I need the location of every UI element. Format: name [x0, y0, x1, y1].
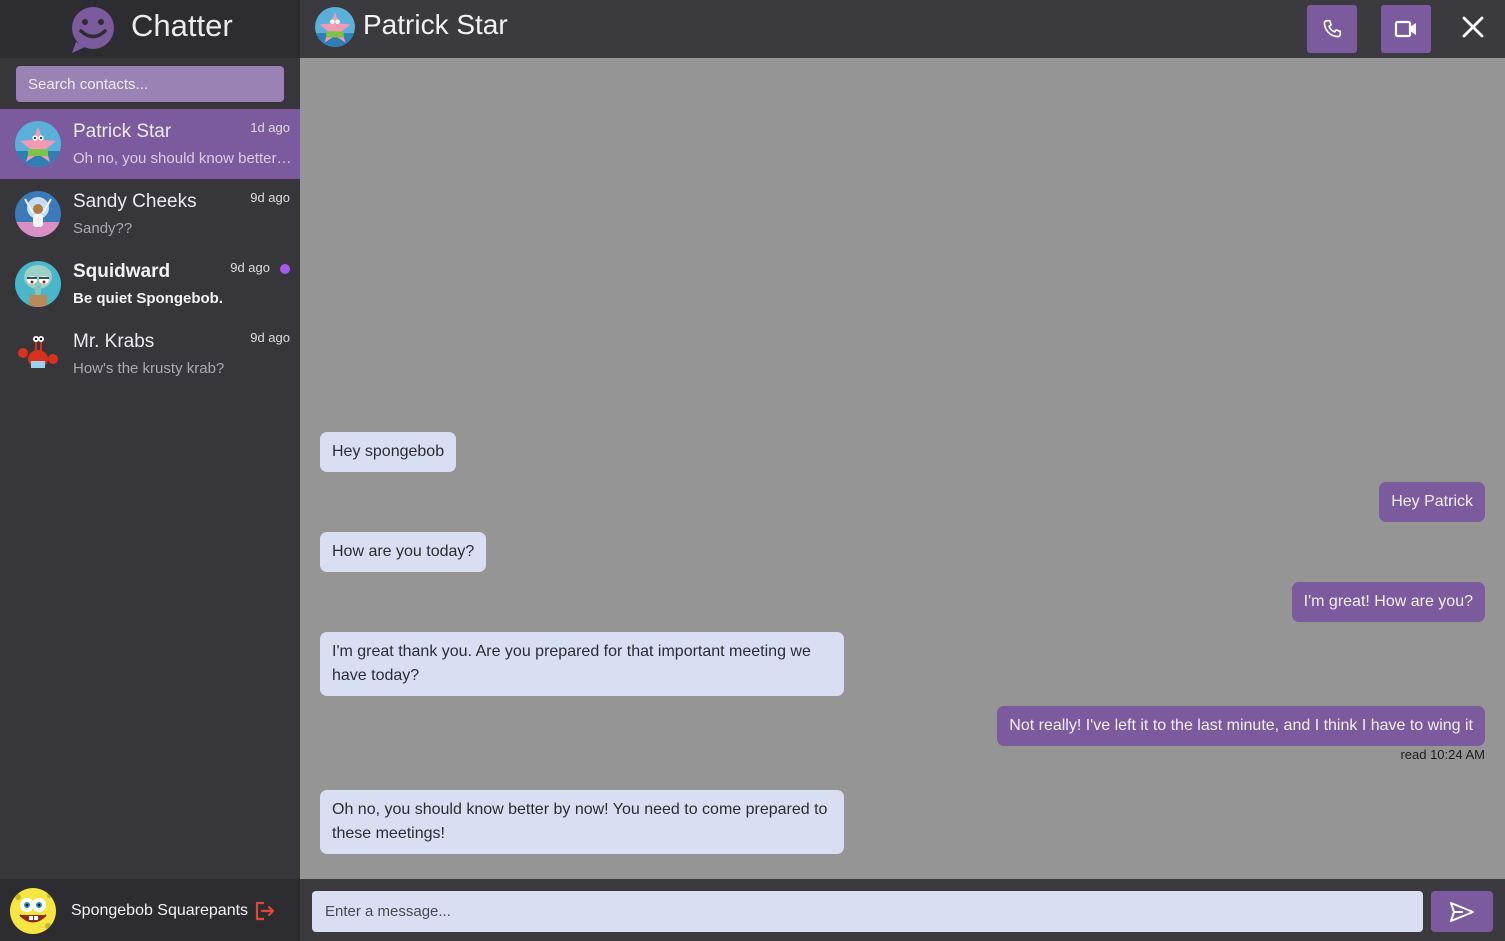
- call-button[interactable]: [1307, 5, 1357, 53]
- contact-time: 1d ago: [250, 120, 290, 135]
- read-receipt: read 10:24 AM: [1400, 747, 1485, 762]
- send-button[interactable]: [1431, 891, 1493, 932]
- message-incoming: How are you today?: [320, 532, 487, 572]
- krabs-avatar: [15, 331, 61, 377]
- close-icon: [1462, 16, 1484, 38]
- contact-time: 9d ago: [230, 260, 270, 275]
- message-list: Hey spongebob Hey Patrick How are you to…: [300, 58, 1505, 878]
- send-icon: [1450, 901, 1474, 922]
- message-incoming: Oh no, you should know better by now! Yo…: [320, 790, 844, 854]
- message-outgoing: Hey Patrick: [1379, 482, 1485, 522]
- message-outgoing: I'm great! How are you?: [1291, 582, 1485, 622]
- message-input[interactable]: [312, 891, 1423, 932]
- patrick-avatar: [15, 121, 61, 167]
- contact-preview: Oh no, you should know better by now! Yo…: [73, 150, 293, 167]
- contact-name: Sandy Cheeks: [73, 191, 197, 212]
- contact-time: 9d ago: [250, 190, 290, 205]
- contact-preview: Be quiet Spongebob.: [73, 290, 223, 307]
- contact-item-mr-krabs[interactable]: Mr. Krabs 9d ago How's the krusty krab?: [0, 319, 300, 389]
- spongebob-avatar: [10, 888, 56, 934]
- search-input[interactable]: [16, 66, 284, 102]
- chat-bubble-smile-icon: [72, 7, 114, 53]
- message-incoming: Hey spongebob: [320, 432, 457, 472]
- contact-name: Mr. Krabs: [73, 331, 155, 352]
- contact-preview: How's the krusty krab?: [73, 360, 225, 377]
- contact-item-squidward[interactable]: Squidward 9d ago Be quiet Spongebob.: [0, 249, 300, 319]
- contact-item-sandy-cheeks[interactable]: Sandy Cheeks 9d ago Sandy??: [0, 179, 300, 249]
- phone-icon: [1323, 19, 1342, 38]
- contact-preview: Sandy??: [73, 220, 133, 237]
- current-user-bar: Spongebob Squarepants: [0, 879, 300, 941]
- contact-item-patrick-star[interactable]: Patrick Star 1d ago Oh no, you should kn…: [0, 109, 300, 179]
- app-name: Chatter: [131, 8, 233, 43]
- squidward-avatar: [15, 261, 61, 307]
- message-incoming: I'm great thank you. Are you prepared fo…: [320, 632, 844, 696]
- brand-header: Chatter: [0, 0, 300, 58]
- sidebar: Chatter Patrick Star 1d ago Oh no, you s…: [0, 0, 300, 941]
- chat-contact-name: Patrick Star: [363, 9, 508, 40]
- current-user-name: Spongebob Squarepants: [71, 902, 249, 919]
- sandy-avatar: [15, 191, 61, 237]
- video-camera-icon: [1394, 20, 1416, 38]
- message-outgoing: Not really! I've left it to the last min…: [997, 706, 1485, 746]
- contact-name: Squidward: [73, 261, 171, 282]
- unread-indicator: [280, 264, 290, 274]
- contact-time: 9d ago: [250, 330, 290, 345]
- close-chat-button[interactable]: [1456, 10, 1490, 44]
- message-composer: [300, 879, 1505, 941]
- patrick-avatar: [315, 7, 355, 47]
- logout-icon[interactable]: [254, 900, 276, 922]
- contact-name: Patrick Star: [73, 121, 172, 142]
- video-call-button[interactable]: [1381, 5, 1431, 53]
- chat-header: Patrick Star: [300, 0, 1505, 58]
